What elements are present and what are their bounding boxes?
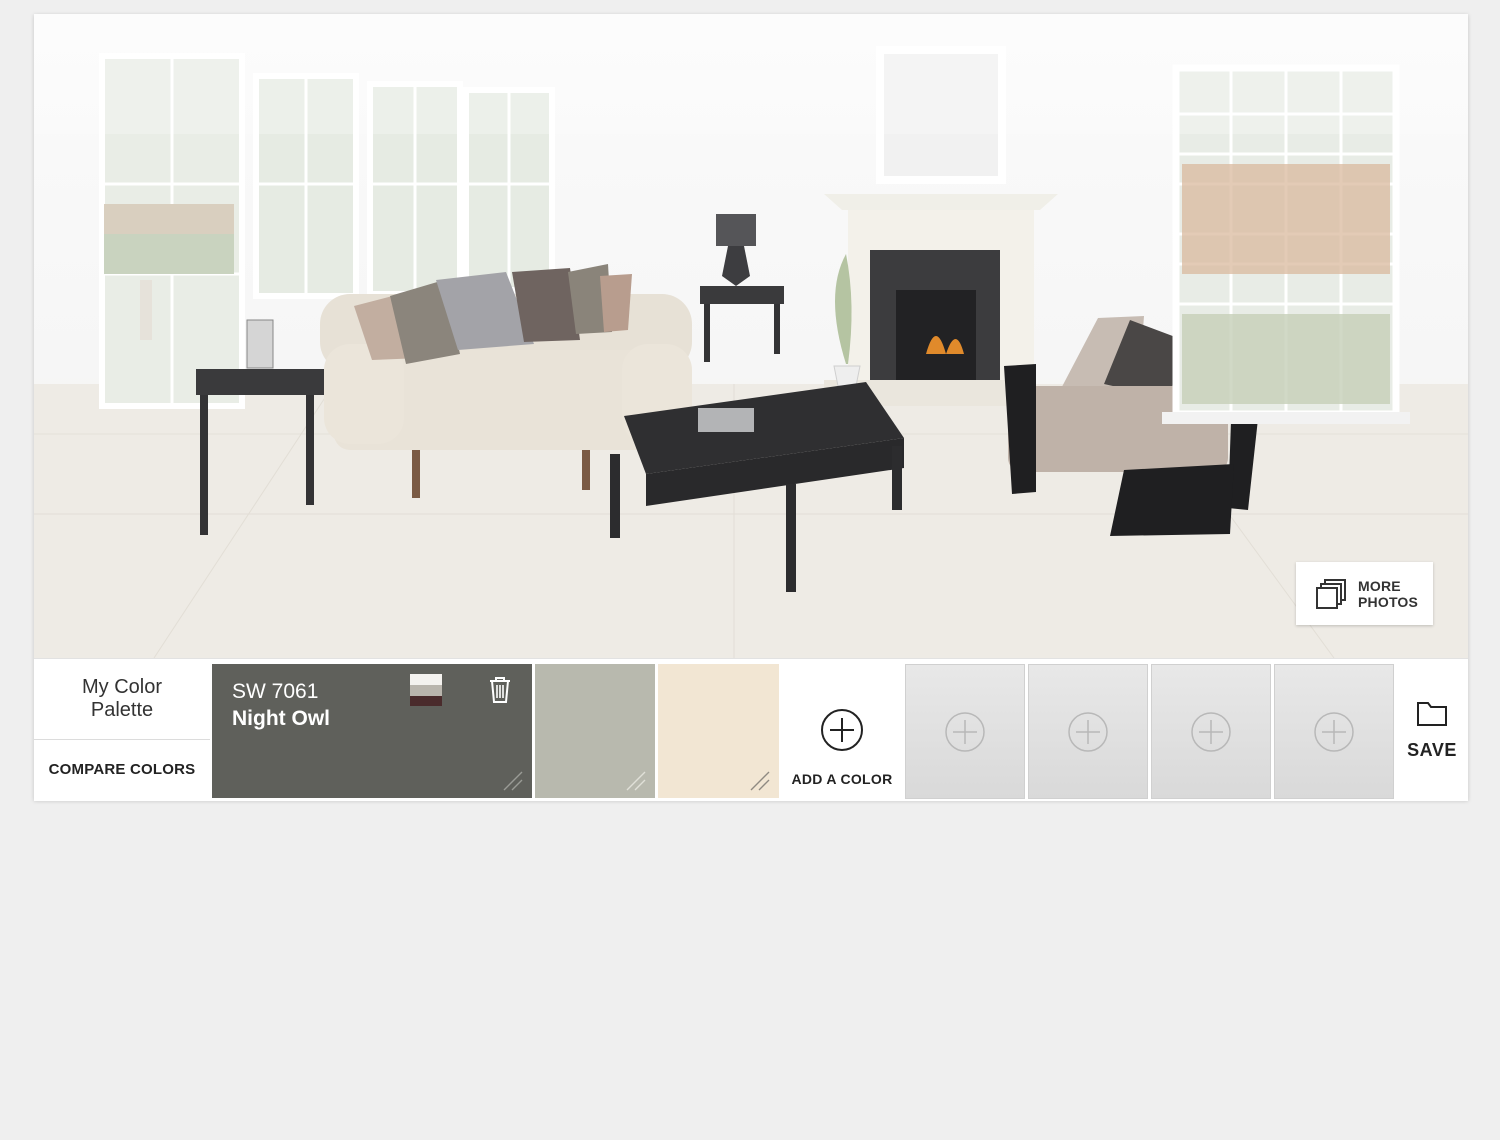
expand-corner-icon (626, 771, 646, 791)
trash-icon[interactable] (488, 676, 512, 704)
save-button[interactable]: SAVE (1396, 664, 1468, 798)
palette-title: My Color Palette (34, 659, 210, 740)
expand-corner-icon (750, 771, 770, 791)
folder-icon (1417, 702, 1447, 726)
photo-stack-icon (1316, 579, 1346, 609)
swatch-2[interactable] (535, 664, 655, 798)
compare-colors-button[interactable]: COMPARE COLORS (34, 740, 210, 800)
add-circle-icon (1068, 712, 1108, 752)
empty-slot-4[interactable] (1274, 664, 1394, 799)
color-visualizer-app: MORE PHOTOS My Color Palette COMPARE COL… (34, 14, 1468, 801)
add-circle-icon (1314, 712, 1354, 752)
save-label: SAVE (1407, 740, 1457, 760)
add-circle-icon (821, 709, 863, 751)
swatch-active[interactable]: SW 7061 Night Owl (212, 664, 532, 798)
room-photo: MORE PHOTOS (34, 14, 1468, 658)
expand-corner-icon (503, 771, 523, 791)
add-circle-icon (1191, 712, 1231, 752)
add-circle-icon (945, 712, 985, 752)
empty-slot-2[interactable] (1028, 664, 1148, 799)
swatch-code: SW 7061 (232, 680, 319, 703)
swatch-name: Night Owl (232, 707, 330, 730)
more-photos-button[interactable]: MORE PHOTOS (1296, 562, 1433, 625)
palette-title-line1: My Color (81, 676, 162, 698)
empty-slot-1[interactable] (905, 664, 1025, 799)
palette-title-line2: Palette (90, 699, 154, 721)
more-photos-line1: MORE (1358, 578, 1401, 594)
more-photos-label: MORE PHOTOS (1358, 578, 1428, 610)
empty-slot-3[interactable] (1151, 664, 1271, 799)
room-illustration (34, 14, 1468, 658)
add-color-button[interactable]: ADD A COLOR (782, 664, 902, 798)
coordinating-colors-icon[interactable] (410, 674, 442, 706)
color-palette-bar: My Color Palette COMPARE COLORS SW 7061 … (34, 658, 1468, 801)
more-photos-line2: PHOTOS (1358, 594, 1419, 610)
add-color-label: ADD A COLOR (791, 771, 893, 787)
swatch-3[interactable] (658, 664, 779, 798)
